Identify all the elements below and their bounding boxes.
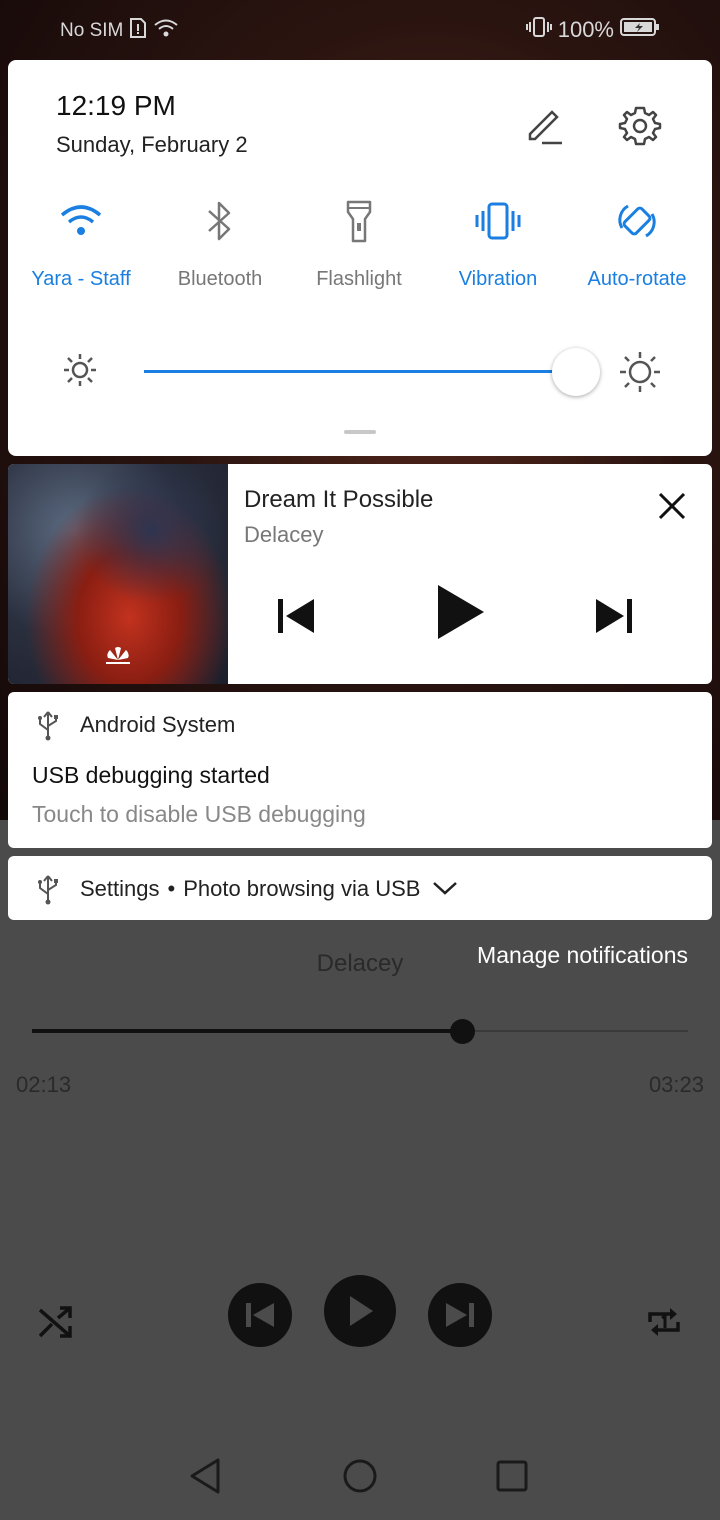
auto-rotate-icon <box>618 204 656 238</box>
edit-tiles-button[interactable] <box>522 104 566 148</box>
panel-drag-handle[interactable] <box>344 430 376 434</box>
sim-alert-icon <box>129 18 147 44</box>
wifi-icon <box>60 205 102 235</box>
play-icon <box>438 585 484 639</box>
player-play-button[interactable] <box>324 1275 396 1347</box>
skip-next-icon <box>446 1303 474 1327</box>
tile-bluetooth[interactable]: Bluetooth <box>150 196 290 291</box>
album-art <box>8 464 228 684</box>
nav-back-button[interactable] <box>188 1456 224 1501</box>
song-title: Dream It Possible <box>244 486 434 513</box>
notification-app-name: Android System <box>80 712 236 737</box>
gear-icon <box>618 106 662 146</box>
usb-debugging-notification[interactable]: Android System USB debugging started Tou… <box>8 692 712 848</box>
battery-icon <box>620 17 660 43</box>
skip-next-icon <box>596 599 632 633</box>
brightness-slider-track[interactable] <box>144 370 564 373</box>
media-notification[interactable]: Dream It Possible Delacey <box>8 464 712 684</box>
brightness-low-icon <box>62 352 98 393</box>
home-icon <box>343 1459 377 1493</box>
nav-recents-button[interactable] <box>496 1460 528 1497</box>
flashlight-icon <box>346 200 372 243</box>
brightness-high-icon <box>618 350 662 399</box>
skip-previous-icon <box>278 599 314 633</box>
usb-icon <box>36 874 60 911</box>
vibrate-status-icon <box>525 16 552 44</box>
playback-progress-handle[interactable] <box>450 1019 475 1044</box>
clock-date: Sunday, February 2 <box>56 132 248 157</box>
notification-summary: Photo browsing via USB <box>183 876 421 901</box>
chevron-down-icon <box>433 882 458 895</box>
tile-label-bluetooth: Bluetooth <box>177 268 263 290</box>
play-icon <box>350 1296 373 1326</box>
tile-wifi[interactable]: Yara - Staff <box>11 196 151 291</box>
separator-dot: • <box>167 876 176 901</box>
next-track-button[interactable] <box>592 596 636 641</box>
clock-time: 12:19 PM <box>56 90 176 121</box>
elapsed-time: 02:13 <box>16 1072 72 1097</box>
close-media-button[interactable] <box>652 486 692 526</box>
repeat-one-icon <box>648 1308 680 1336</box>
carrier-label: No SIM <box>60 20 124 41</box>
quick-settings-panel: 12:19 PM Sunday, February 2 Yara - Staff <box>8 60 712 456</box>
tile-flashlight[interactable]: Flashlight <box>289 196 429 291</box>
manage-notifications-button[interactable]: Manage notifications <box>477 942 688 969</box>
notification-title: USB debugging started <box>32 762 270 788</box>
wifi-status-icon <box>153 18 179 44</box>
shuffle-button[interactable] <box>36 1302 76 1347</box>
player-previous-button[interactable] <box>228 1283 292 1347</box>
bluetooth-icon <box>208 201 231 241</box>
notification-app-name: Settings <box>80 876 160 901</box>
tile-label-wifi: Yara - Staff <box>31 268 131 290</box>
usb-mode-notification[interactable]: Settings • Photo browsing via USB <box>8 856 712 920</box>
play-button[interactable] <box>434 582 486 647</box>
player-next-button[interactable] <box>428 1283 492 1347</box>
tile-auto-rotate[interactable]: Auto-rotate <box>567 196 707 291</box>
playback-progress-fill <box>32 1029 462 1033</box>
skip-previous-icon <box>246 1303 274 1327</box>
tile-label-flashlight: Flashlight <box>316 268 402 290</box>
recents-icon <box>496 1460 528 1492</box>
pencil-icon <box>528 110 562 145</box>
settings-button[interactable] <box>616 102 664 150</box>
repeat-button[interactable] <box>644 1302 684 1347</box>
expand-notification-button[interactable] <box>432 876 458 902</box>
total-duration: 03:23 <box>648 1072 704 1097</box>
usb-icon <box>36 710 60 747</box>
shuffle-icon <box>38 1306 72 1338</box>
close-icon <box>658 492 686 520</box>
previous-track-button[interactable] <box>274 596 318 641</box>
music-app-background <box>0 820 720 1520</box>
tile-vibration[interactable]: Vibration <box>428 196 568 291</box>
huawei-logo-icon <box>104 646 132 671</box>
vibration-icon <box>475 202 521 240</box>
back-icon <box>190 1458 220 1494</box>
battery-percent: 100% <box>557 17 614 42</box>
status-bar: No SIM 100% <box>0 0 720 60</box>
tile-label-vibration: Vibration <box>458 268 538 290</box>
nav-home-button[interactable] <box>342 1458 378 1499</box>
song-artist: Delacey <box>244 522 324 547</box>
notification-body: Touch to disable USB debugging <box>32 801 366 827</box>
tile-label-auto-rotate: Auto-rotate <box>587 268 687 290</box>
brightness-slider-handle[interactable] <box>552 348 600 396</box>
